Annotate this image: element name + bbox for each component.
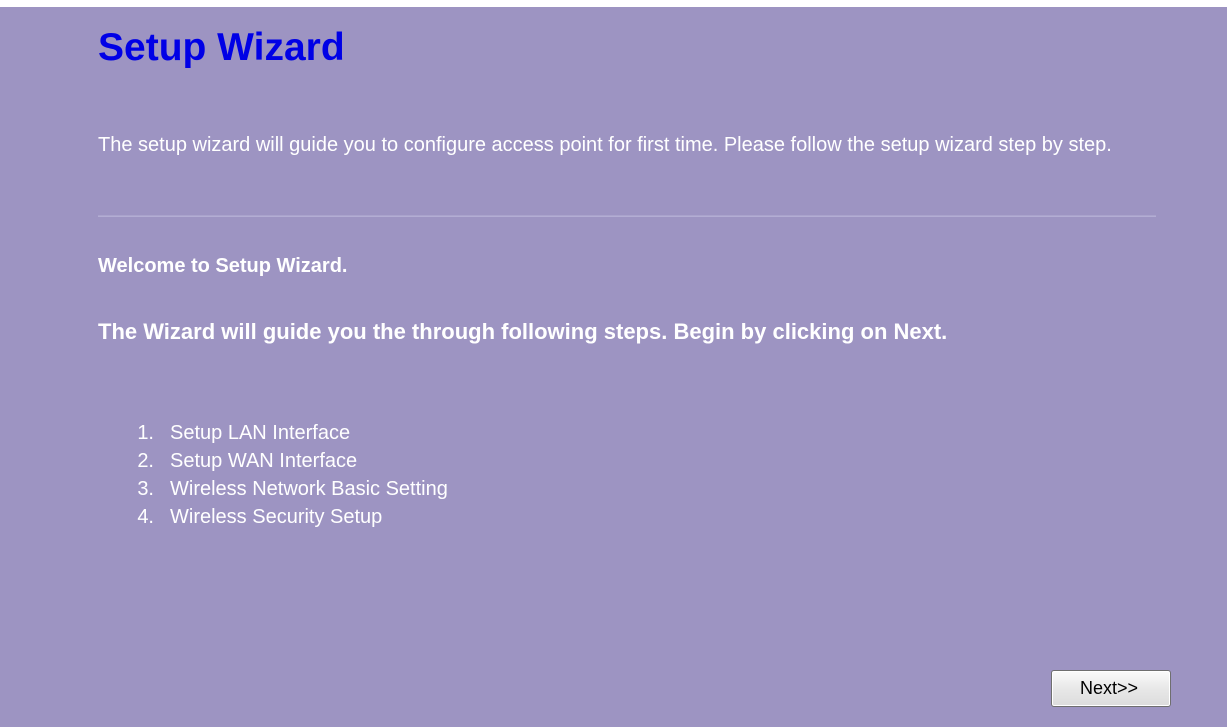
step-number: 4. — [137, 506, 154, 528]
divider — [98, 215, 1156, 217]
step-item: 2. Setup WAN Interface — [98, 447, 448, 475]
next-button[interactable]: Next>> — [1051, 670, 1171, 707]
welcome-heading: Welcome to Setup Wizard. — [98, 255, 348, 277]
step-number: 1. — [137, 422, 154, 444]
wizard-panel: Setup Wizard The setup wizard will guide… — [0, 7, 1227, 727]
intro-text: The setup wizard will guide you to confi… — [98, 134, 1112, 156]
step-label: Setup LAN Interface — [170, 422, 351, 444]
step-item: 3. Wireless Network Basic Setting — [98, 475, 448, 503]
step-label: Wireless Network Basic Setting — [170, 478, 448, 500]
step-label: Setup WAN Interface — [170, 450, 358, 472]
page-title: Setup Wizard — [98, 26, 345, 69]
step-item: 1. Setup LAN Interface — [98, 419, 448, 447]
step-number: 2. — [137, 450, 154, 472]
guide-text: The Wizard will guide you the through fo… — [98, 319, 948, 344]
step-item: 4. Wireless Security Setup — [98, 503, 448, 531]
step-number: 3. — [137, 478, 154, 500]
step-label: Wireless Security Setup — [170, 506, 383, 528]
steps-list: 1. Setup LAN Interface 2. Setup WAN Inte… — [98, 419, 448, 531]
